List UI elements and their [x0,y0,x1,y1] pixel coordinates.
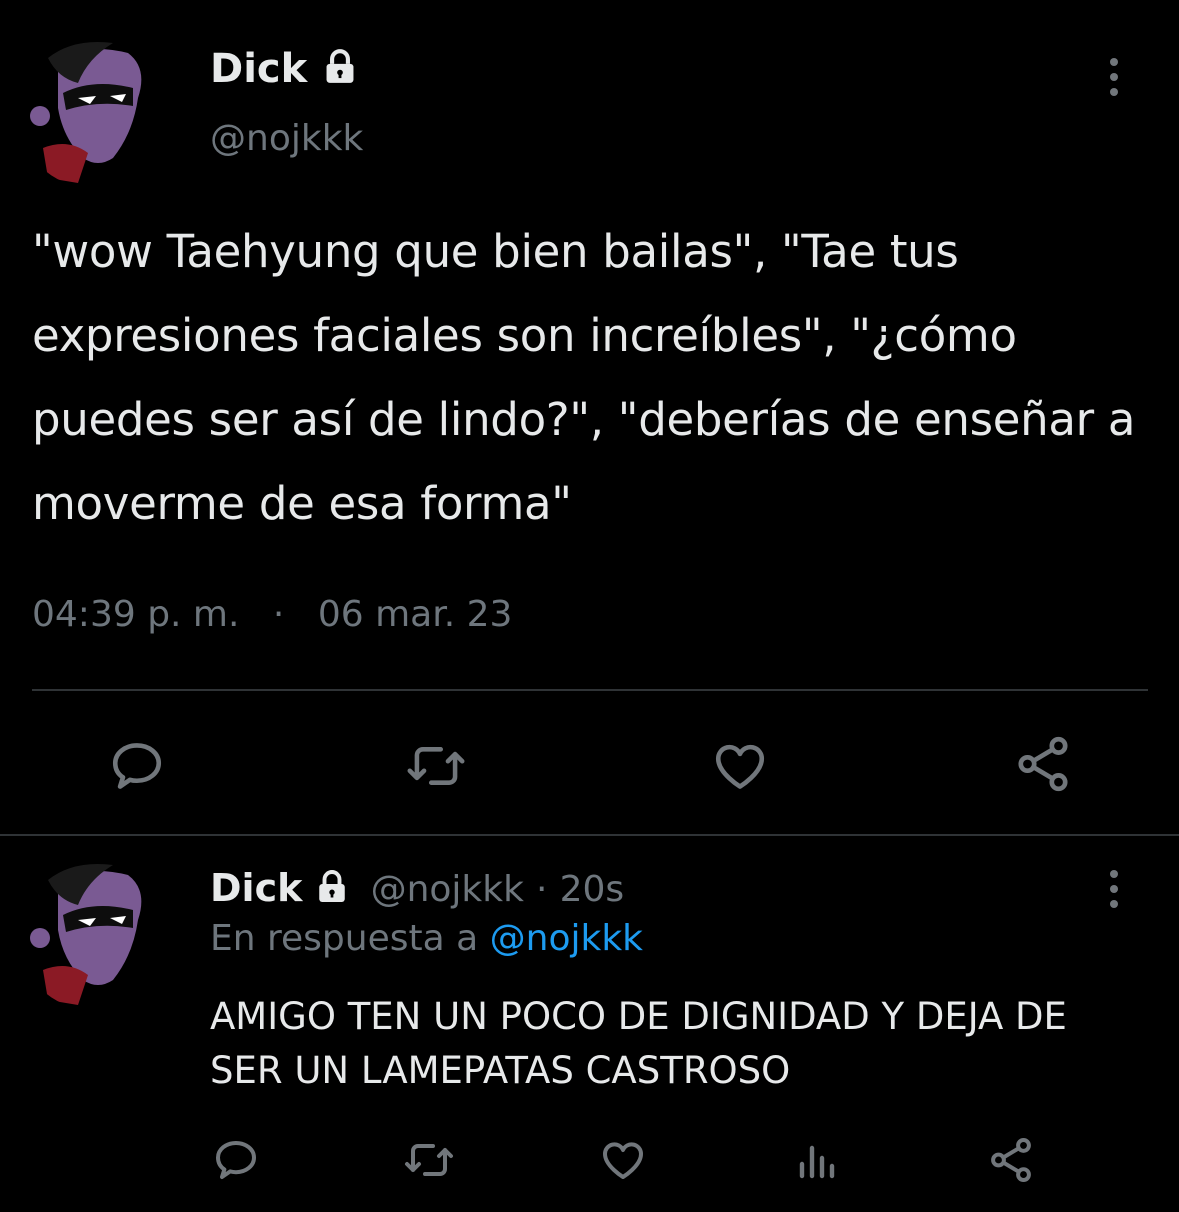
more-options-icon[interactable] [1107,870,1121,915]
handle[interactable]: @nojkkk [371,869,524,910]
lock-icon [326,49,354,83]
tweet-text: "wow Taehyung que bien bailas", "Tae tus… [32,225,1136,530]
avatar[interactable] [18,860,168,1010]
divider [0,834,1179,836]
tweet-text: AMIGO TEN UN POCO DE DIGNIDAD Y DEJA DE … [210,995,1067,1092]
reply-icon[interactable] [212,1136,260,1184]
display-name[interactable]: Dick [210,866,302,910]
timestamp-row: 04:39 p. m. · 06 mar. 23 [32,592,512,638]
reply-header: Dick @nojkkk · 20s [210,864,624,914]
retweet-icon[interactable] [402,1136,456,1184]
reply-icon[interactable] [108,737,166,795]
divider [32,689,1148,691]
share-icon[interactable] [1012,733,1074,795]
reply-to-link[interactable]: @nojkkk [490,918,643,959]
separator: · [536,869,548,910]
handle[interactable]: @nojkkk [210,116,363,162]
views-icon[interactable] [796,1136,840,1184]
avatar[interactable] [18,38,168,188]
reply-context: En respuesta a @nojkkk [210,916,643,962]
more-options-icon[interactable] [1107,58,1121,103]
tweet-time[interactable]: 04:39 p. m. [32,594,239,635]
display-name[interactable]: Dick [210,44,359,94]
separator: · [272,594,285,635]
display-name-text[interactable]: Dick [210,46,307,92]
share-icon[interactable] [986,1134,1036,1186]
tweet-age[interactable]: 20s [560,869,625,910]
retweet-icon[interactable] [405,737,467,795]
reply-prefix: En respuesta a [210,918,479,959]
like-icon[interactable] [710,737,770,795]
lock-icon [319,869,346,902]
tweet-date[interactable]: 06 mar. 23 [318,594,513,635]
like-icon[interactable] [598,1136,648,1184]
